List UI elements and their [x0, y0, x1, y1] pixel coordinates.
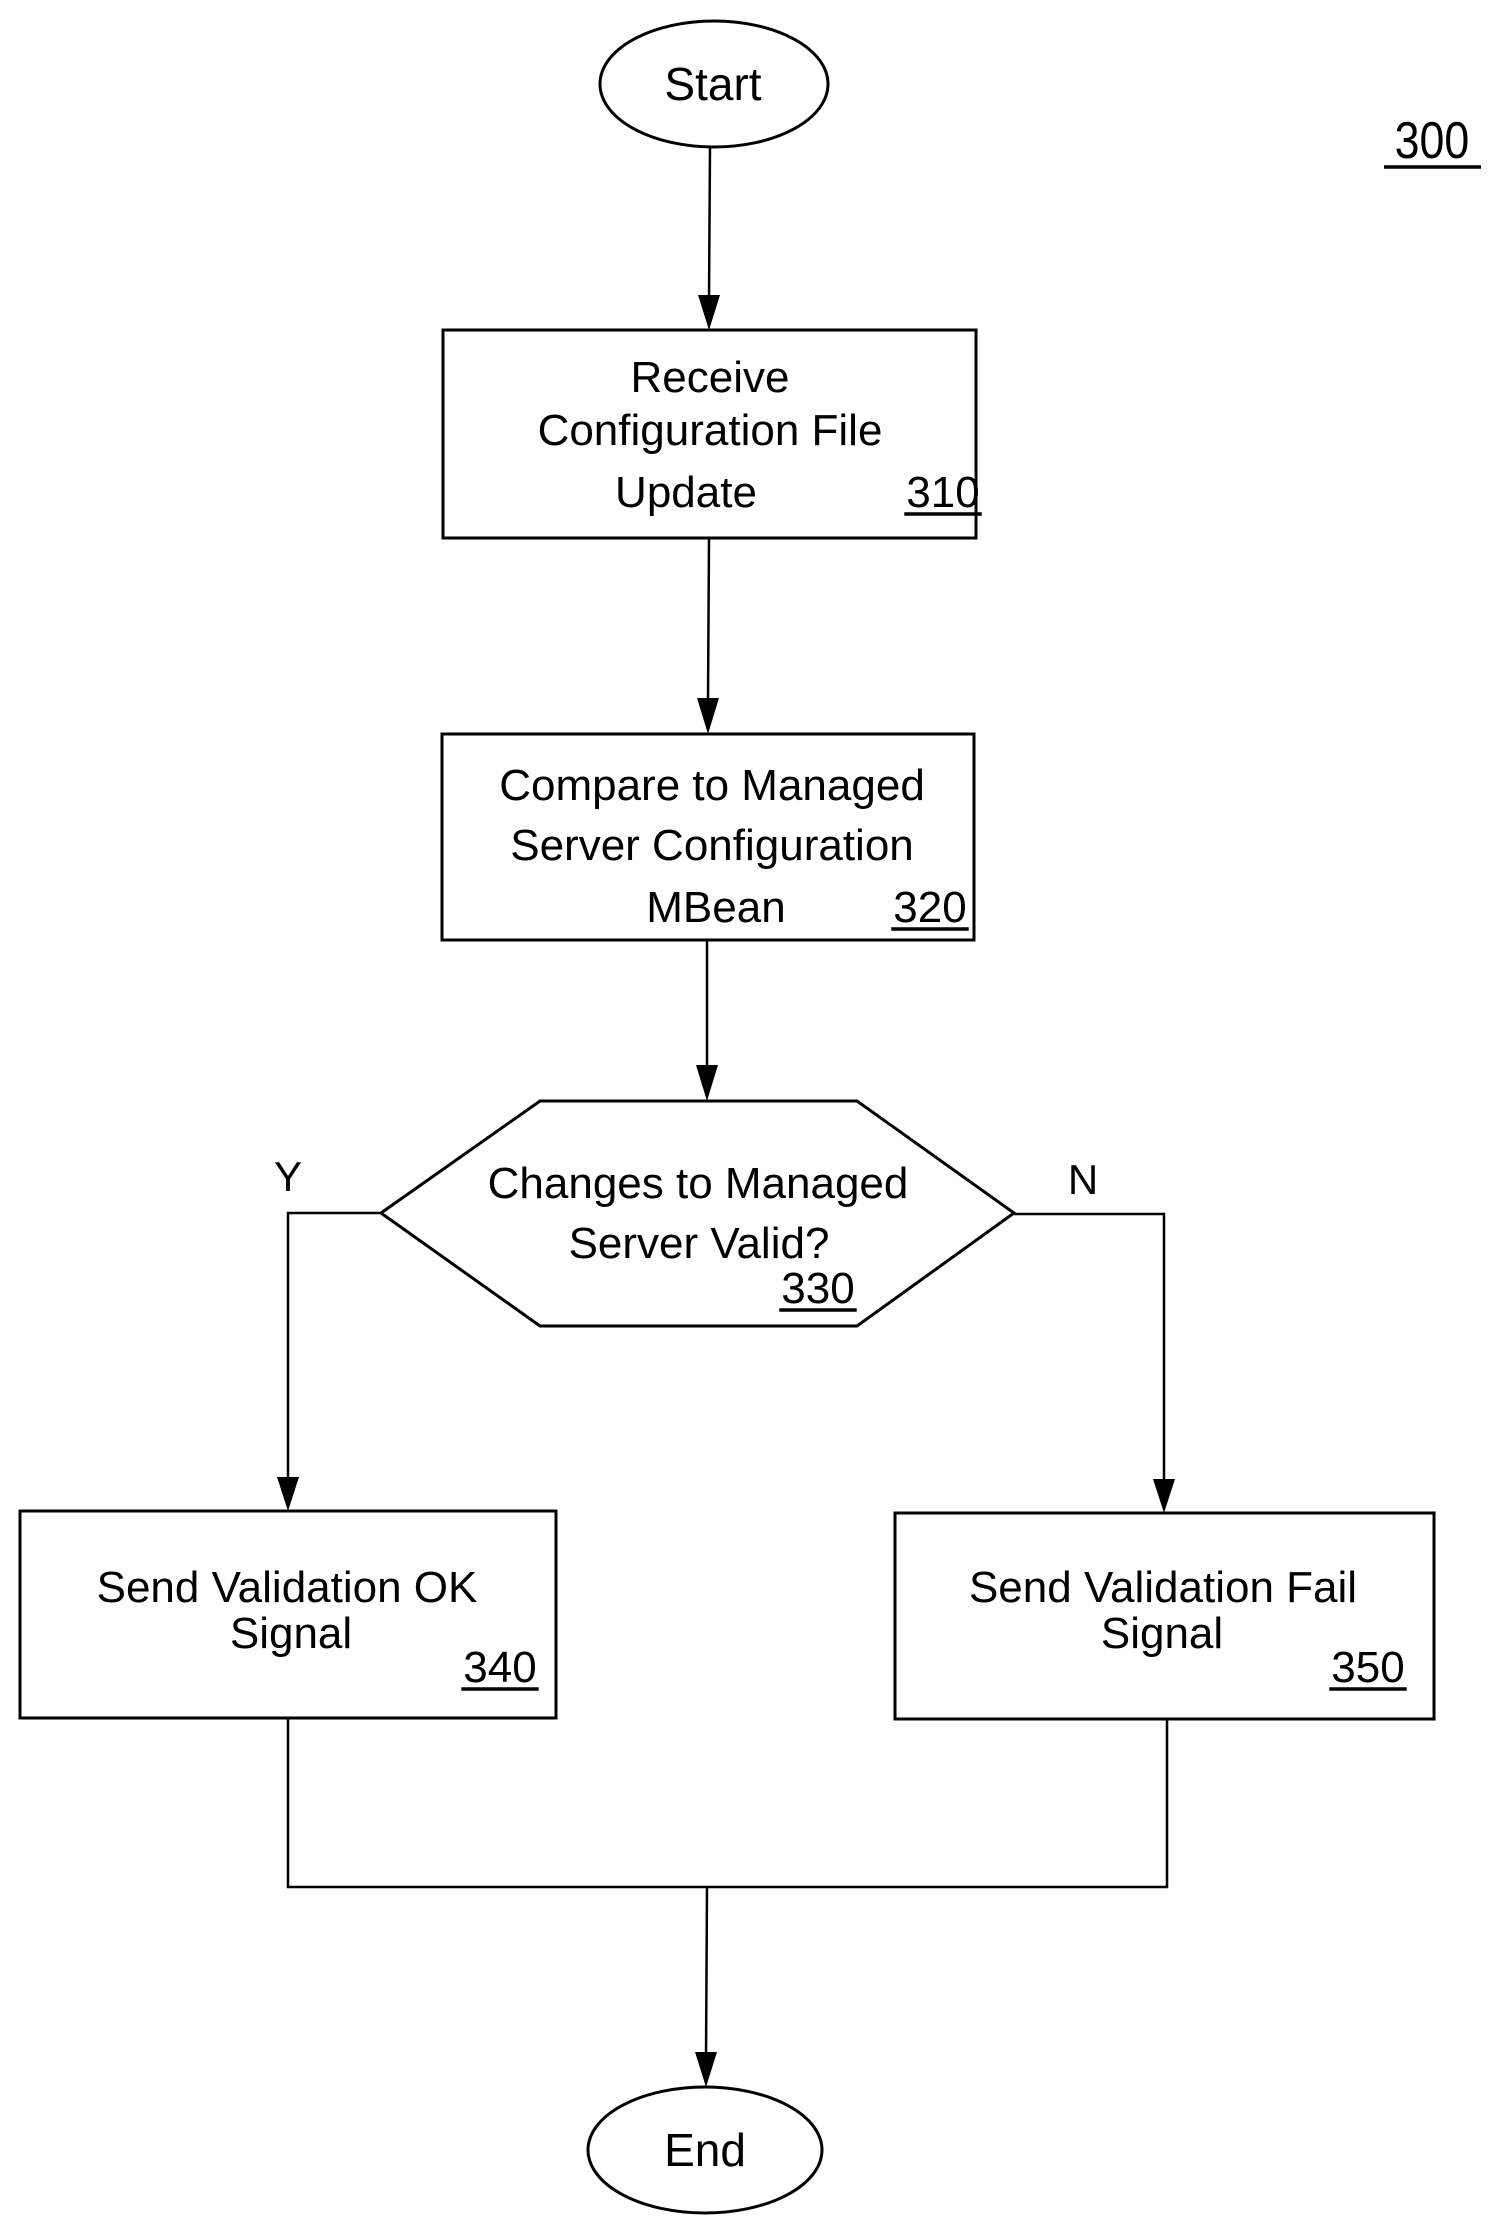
arrowhead-icon: [696, 1065, 718, 1101]
flowchart: 300 Y N Start Receive Configuration File…: [18, 19, 1481, 2215]
node-310: Receive Configuration File Update 310: [441, 328, 980, 540]
end-label: End: [664, 2124, 746, 2176]
node-320-line-2: Server Configuration: [510, 821, 914, 870]
node-350-line-1: Send Validation Fail: [969, 1563, 1357, 1612]
arrowhead-icon: [695, 2052, 717, 2087]
node-320: Compare to Managed Server Configuration …: [440, 732, 976, 942]
node-310-line-2: Configuration File: [538, 406, 883, 455]
arrowhead-icon: [698, 295, 720, 330]
node-350-line-2: Signal: [1101, 1609, 1223, 1658]
node-330-line-1: Changes to Managed: [488, 1159, 909, 1208]
node-310-ref: 310: [906, 468, 979, 517]
edge-310-320: [706, 537, 711, 701]
arrowhead-icon: [277, 1477, 299, 1511]
edge-330-350-no: [1014, 1212, 1166, 1482]
edge-start-310: [707, 146, 712, 301]
decision-hexagon-330: [378, 1099, 1017, 1328]
node-340-line-1: Send Validation OK: [97, 1563, 478, 1612]
edge-merge: [286, 1718, 1169, 1889]
node-340: Send Validation OK Signal 340: [18, 1509, 558, 1720]
node-330-line-2: Server Valid?: [569, 1219, 830, 1268]
start-label: Start: [664, 58, 761, 110]
branch-label-no: N: [1068, 1156, 1098, 1203]
figure-number-text: 300: [1395, 112, 1470, 170]
node-350-ref: 350: [1331, 1643, 1404, 1692]
node-310-line-1: Receive: [631, 353, 790, 402]
node-340-ref: 340: [463, 1643, 536, 1692]
branch-label-yes: Y: [274, 1153, 302, 1200]
edge-merge-end: [704, 1886, 709, 2059]
node-330: Changes to Managed Server Valid? 330: [378, 1099, 1017, 1328]
edge-330-340-yes: [286, 1211, 381, 1480]
node-start: Start: [598, 19, 830, 149]
arrowhead-icon: [697, 698, 719, 734]
arrowhead-icon: [1153, 1479, 1175, 1513]
node-310-line-3: Update: [615, 468, 757, 517]
node-330-ref: 330: [781, 1264, 854, 1313]
figure-number: 300: [1384, 112, 1481, 170]
node-end: End: [586, 2085, 824, 2215]
node-340-line-2: Signal: [230, 1609, 352, 1658]
node-320-ref: 320: [893, 883, 966, 932]
node-320-line-1: Compare to Managed: [499, 761, 925, 810]
node-320-line-3: MBean: [646, 883, 785, 932]
